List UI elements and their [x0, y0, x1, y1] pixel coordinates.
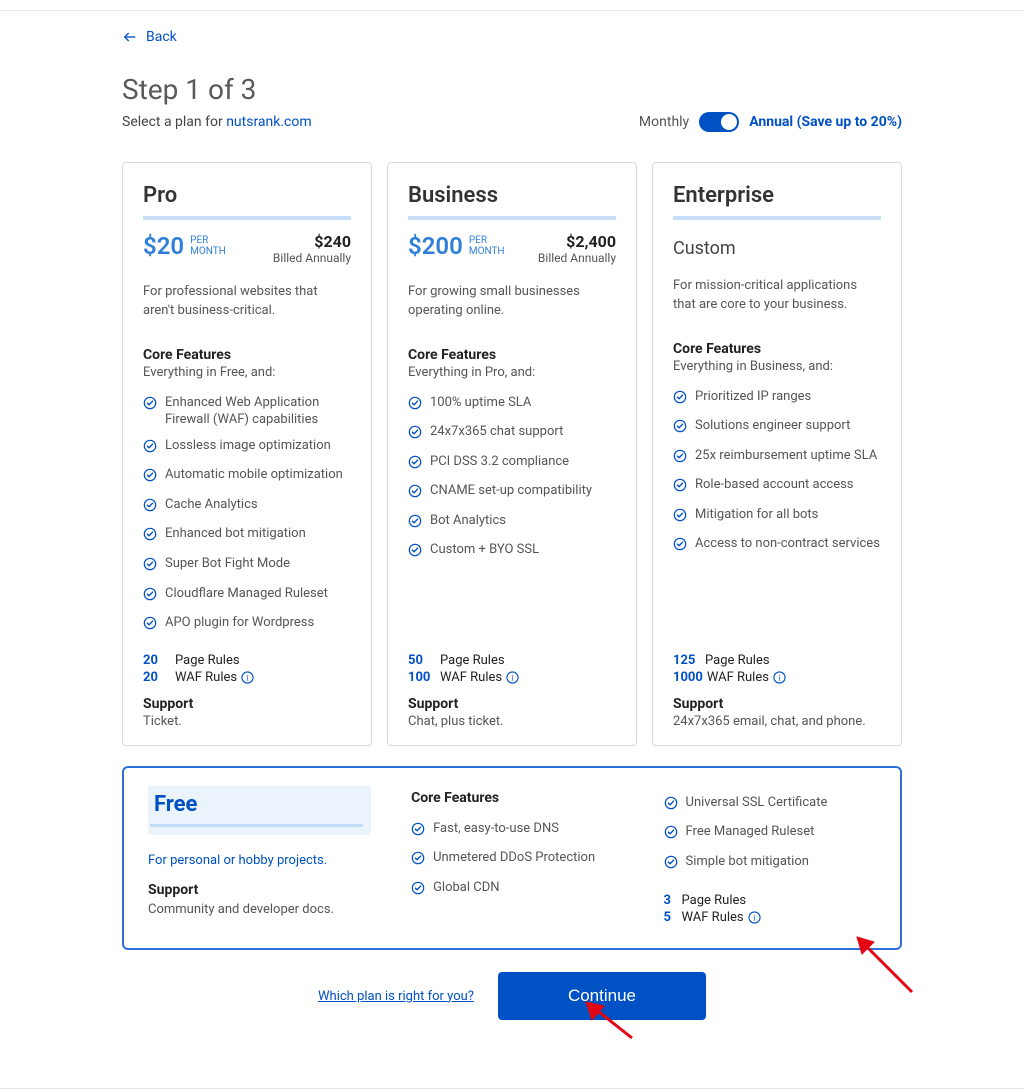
plan-pro[interactable]: Pro $20 PERMONTH $240 Billed Annually Fo… [122, 162, 372, 746]
check-circle-icon [664, 825, 678, 845]
info-icon[interactable]: i [773, 671, 786, 684]
feature-item: Universal SSL Certificate [664, 790, 876, 820]
feature-item: 100% uptime SLA [408, 390, 616, 420]
feature-item: Role-based account access [673, 472, 881, 502]
feature-item: PCI DSS 3.2 compliance [408, 449, 616, 479]
feature-item: Unmetered DDoS Protection [411, 845, 623, 875]
arrow-left-icon [122, 29, 138, 45]
feature-item: Enhanced bot mitigation [143, 521, 351, 551]
continue-button[interactable]: Continue [498, 972, 706, 1020]
feature-item: Access to non-contract services [673, 531, 881, 561]
check-circle-icon [664, 796, 678, 816]
check-circle-icon [411, 851, 425, 871]
plan-billed: Billed Annually [273, 251, 351, 265]
feature-item: Global CDN [411, 875, 623, 905]
check-circle-icon [408, 543, 422, 563]
check-circle-icon [408, 396, 422, 416]
check-circle-icon [143, 587, 157, 607]
billing-monthly-label[interactable]: Monthly [639, 114, 689, 130]
check-circle-icon [408, 484, 422, 504]
feature-item: Super Bot Fight Mode [143, 551, 351, 581]
back-link[interactable]: Back [122, 29, 177, 45]
feature-item: Automatic mobile optimization [143, 462, 351, 492]
back-label: Back [146, 29, 177, 45]
feature-item: APO plugin for Wordpress [143, 610, 351, 640]
check-circle-icon [143, 396, 157, 416]
plan-price: $20 [143, 232, 184, 260]
svg-text:i: i [246, 673, 249, 682]
feature-item: Cache Analytics [143, 492, 351, 522]
check-circle-icon [143, 468, 157, 488]
check-circle-icon [673, 537, 687, 557]
billing-annual-label[interactable]: Annual (Save up to 20%) [749, 114, 902, 130]
check-circle-icon [143, 557, 157, 577]
check-circle-icon [408, 514, 422, 534]
domain-link[interactable]: nutsrank.com [226, 114, 311, 130]
check-circle-icon [143, 527, 157, 547]
plan-free-selected[interactable]: Free For personal or hobby projects. Sup… [122, 766, 902, 951]
feature-item: Free Managed Ruleset [664, 819, 876, 849]
check-circle-icon [411, 822, 425, 842]
plan-business[interactable]: Business $200 PERMONTH $2,400 Billed Ann… [387, 162, 637, 746]
check-circle-icon [143, 616, 157, 636]
feature-item: 25x reimbursement uptime SLA [673, 443, 881, 473]
plan-total: $240 [273, 232, 351, 251]
page-title: Step 1 of 3 [122, 73, 902, 106]
check-circle-icon [408, 455, 422, 475]
feature-item: CNAME set-up compatibility [408, 478, 616, 508]
info-icon[interactable]: i [506, 671, 519, 684]
check-circle-icon [143, 439, 157, 459]
plan-name: Business [408, 183, 616, 208]
feature-item: Mitigation for all bots [673, 502, 881, 532]
plan-features: Enhanced Web Application Firewall (WAF) … [143, 390, 351, 640]
info-icon[interactable]: i [748, 911, 761, 924]
billing-toggle-switch[interactable] [699, 112, 739, 132]
feature-item: Cloudflare Managed Ruleset [143, 581, 351, 611]
plan-desc: For professional websites that aren't bu… [143, 283, 351, 321]
check-circle-icon [673, 390, 687, 410]
check-circle-icon [411, 881, 425, 901]
subtitle: Select a plan for nutsrank.com [122, 114, 312, 130]
billing-toggle: Monthly Annual (Save up to 20%) [639, 112, 902, 132]
feature-item: Simple bot mitigation [664, 849, 876, 879]
feature-item: Solutions engineer support [673, 413, 881, 443]
plan-price-custom: Custom [673, 238, 881, 259]
check-circle-icon [673, 419, 687, 439]
feature-item: Enhanced Web Application Firewall (WAF) … [143, 390, 351, 433]
which-plan-link[interactable]: Which plan is right for you? [318, 989, 474, 1004]
check-circle-icon [673, 449, 687, 469]
feature-item: Bot Analytics [408, 508, 616, 538]
feature-item: Prioritized IP ranges [673, 384, 881, 414]
svg-text:i: i [753, 914, 756, 923]
svg-text:i: i [778, 673, 781, 682]
check-circle-icon [673, 478, 687, 498]
feature-item: 24x7x365 chat support [408, 419, 616, 449]
check-circle-icon [408, 425, 422, 445]
check-circle-icon [143, 498, 157, 518]
plan-name: Enterprise [673, 183, 881, 208]
plan-enterprise[interactable]: Enterprise Custom For mission-critical a… [652, 162, 902, 746]
feature-item: Custom + BYO SSL [408, 537, 616, 567]
svg-text:i: i [511, 673, 514, 682]
check-circle-icon [664, 855, 678, 875]
info-icon[interactable]: i [241, 671, 254, 684]
check-circle-icon [673, 508, 687, 528]
feature-item: Lossless image optimization [143, 433, 351, 463]
plan-name: Free [150, 792, 363, 817]
feature-item: Fast, easy-to-use DNS [411, 816, 623, 846]
plan-name: Pro [143, 183, 351, 208]
